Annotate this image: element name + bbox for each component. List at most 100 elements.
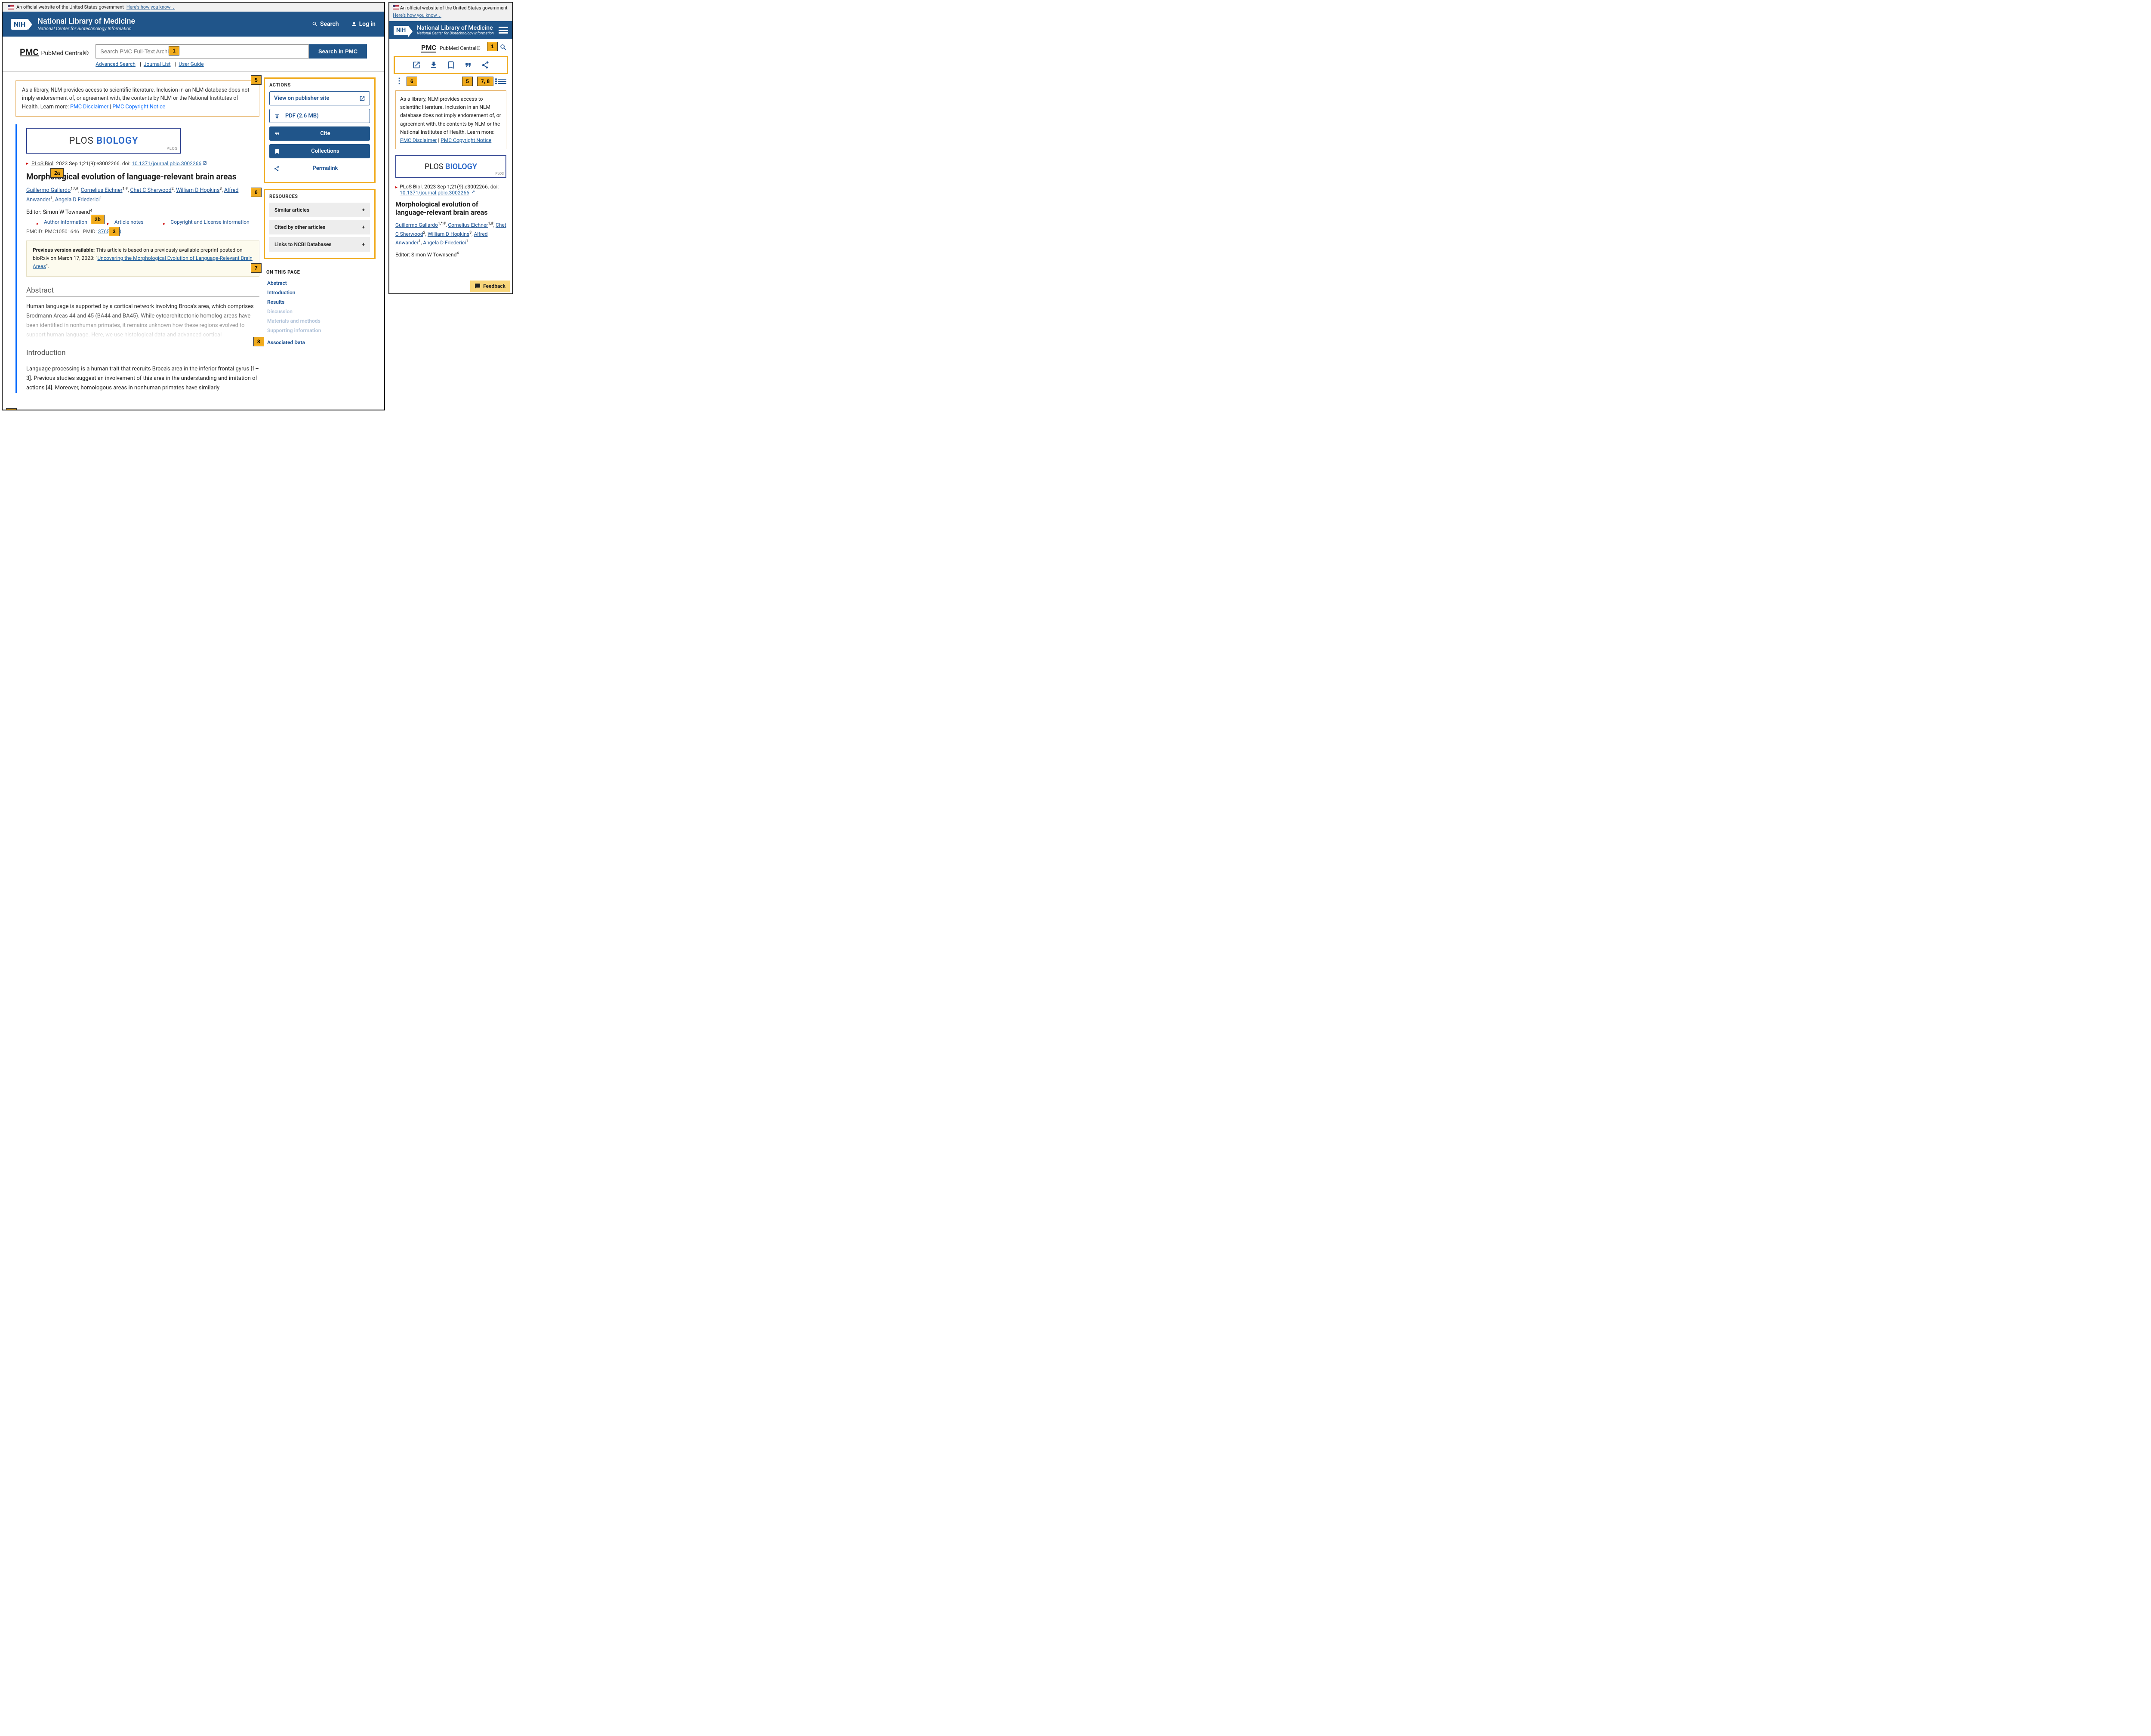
author-link[interactable]: Guillermo Gallardo bbox=[26, 187, 71, 194]
editor-row-mobile: Editor: Simon W Townsend4 bbox=[395, 251, 506, 258]
author-link[interactable]: Cornelius Eichner bbox=[81, 187, 123, 194]
bookmark-icon[interactable] bbox=[447, 61, 455, 69]
user-guide-link[interactable]: User Guide bbox=[179, 61, 203, 67]
usa-banner-mobile: An official website of the United States… bbox=[389, 3, 512, 21]
callout-5m: 5 bbox=[462, 77, 473, 86]
toc-icon[interactable] bbox=[498, 77, 506, 85]
on-this-page: 7 ON THIS PAGE Abstract Introduction Res… bbox=[264, 262, 376, 347]
otp-link[interactable]: Abstract bbox=[266, 278, 373, 288]
us-flag-icon bbox=[393, 5, 399, 9]
kebab-menu-icon[interactable]: ⋮ bbox=[395, 79, 403, 83]
author-list-mobile: Guillermo Gallardo1,*,#, Cornelius Eichn… bbox=[395, 221, 506, 247]
author-link[interactable]: Angela D Friederici bbox=[423, 240, 466, 246]
feedback-button[interactable]: Feedback bbox=[470, 281, 510, 292]
bookmark-icon bbox=[274, 148, 280, 154]
author-link[interactable]: Chet C Sherwood bbox=[130, 187, 172, 194]
otp-link[interactable]: Supporting information bbox=[266, 326, 373, 335]
share-icon bbox=[274, 166, 280, 172]
author-info-toggle[interactable]: ▸Author information bbox=[26, 219, 87, 225]
plos-small-logo-icon: PLOS bbox=[166, 147, 178, 151]
external-link-icon[interactable] bbox=[412, 61, 421, 69]
view-publisher-button[interactable]: View on publisher site bbox=[269, 91, 370, 105]
banner-link[interactable]: Here's how you know ⌄ bbox=[393, 12, 509, 19]
copyright-toggle[interactable]: ▸Copyright and License information bbox=[153, 219, 249, 225]
search-button[interactable]: Search in PMC bbox=[309, 44, 367, 59]
nlm-disclaimer-mobile: As a library, NLM provides access to sci… bbox=[395, 90, 506, 149]
callout-1m: 1 bbox=[487, 42, 498, 51]
quote-icon bbox=[274, 131, 280, 137]
nih-subtitle: National Center for Biotechnology Inform… bbox=[37, 26, 135, 31]
pdf-button[interactable]: PDF (2.6 MB) bbox=[269, 109, 370, 123]
banner-link[interactable]: Here's how you know ⌄ bbox=[126, 4, 175, 10]
nih-header: NIH National Library of Medicine Nationa… bbox=[3, 12, 384, 37]
callout-1: 1 bbox=[169, 46, 179, 56]
cited-by-toggle[interactable]: Cited by other articles+ bbox=[269, 220, 370, 234]
ncbi-links-toggle[interactable]: Links to NCBI Databases+ bbox=[269, 237, 370, 252]
intro-text: Language processing is a human trait tha… bbox=[26, 364, 259, 393]
search-icon[interactable] bbox=[499, 43, 507, 51]
callout-6: 6 bbox=[251, 188, 262, 197]
callout-6m: 6 bbox=[407, 77, 417, 86]
banner-text: An official website of the United States… bbox=[16, 4, 124, 10]
usa-banner: An official website of the United States… bbox=[3, 3, 384, 12]
pmc-copyright-link[interactable]: PMC Copyright Notice bbox=[441, 137, 491, 143]
search-strip: PMC PubMed Central® Search in PMC 1 Adva… bbox=[3, 37, 384, 72]
chevron-down-icon: ⌄ bbox=[172, 6, 175, 10]
nih-logo-icon[interactable]: NIH bbox=[11, 19, 28, 30]
advanced-search-link[interactable]: Advanced Search bbox=[96, 61, 136, 67]
caret-icon: ▸ bbox=[26, 161, 28, 166]
cite-button[interactable]: Cite bbox=[269, 126, 370, 141]
callout-2a: 2a bbox=[50, 168, 64, 178]
header-login-link[interactable]: Log in bbox=[351, 21, 376, 28]
pmcid-row: PMCID: PMC10501646 PMID: 37656748 3 bbox=[26, 228, 259, 234]
download-icon[interactable] bbox=[429, 61, 438, 69]
article-column: PLOS BIOLOGY PLOS ▸ PLoS Biol. 2023 Sep … bbox=[15, 124, 259, 393]
otp-link[interactable]: Materials and methods bbox=[266, 316, 373, 326]
us-flag-icon bbox=[8, 5, 14, 9]
similar-articles-toggle[interactable]: Similar articles+ bbox=[269, 203, 370, 217]
plus-icon: + bbox=[362, 207, 365, 213]
nih-header-mobile: NIH National Library of Medicine Nationa… bbox=[389, 21, 512, 39]
plus-icon: + bbox=[362, 224, 365, 230]
doi-link[interactable]: 10.1371/journal.pbio.3002266 bbox=[400, 190, 469, 196]
menu-button[interactable] bbox=[499, 27, 508, 34]
pmc-copyright-link[interactable]: PMC Copyright Notice bbox=[112, 104, 165, 110]
otp-link[interactable]: Introduction bbox=[266, 288, 373, 297]
header-search-link[interactable]: Search bbox=[312, 21, 339, 28]
journal-banner[interactable]: PLOS BIOLOGY PLOS bbox=[26, 128, 181, 154]
otp-link[interactable]: Discussion bbox=[266, 307, 373, 316]
author-link[interactable]: Guillermo Gallardo bbox=[395, 222, 438, 228]
abstract-text: Human language is supported by a cortica… bbox=[26, 302, 259, 340]
author-link[interactable]: Angela D Friederici bbox=[55, 197, 100, 203]
journal-banner-mobile[interactable]: PLOS BIOLOGY PLOS bbox=[395, 155, 506, 178]
quote-icon[interactable] bbox=[464, 61, 472, 69]
permalink-button[interactable]: Permalink bbox=[269, 162, 370, 175]
otp-link[interactable]: Results bbox=[266, 297, 373, 307]
chat-icon bbox=[475, 283, 481, 289]
desktop-view: An official website of the United States… bbox=[2, 2, 385, 410]
pmc-disclaimer-link[interactable]: PMC Disclaimer bbox=[70, 104, 108, 110]
share-icon[interactable] bbox=[481, 61, 490, 69]
callout-4: 4 bbox=[6, 408, 17, 410]
author-link[interactable]: William D Hopkins bbox=[176, 187, 219, 194]
pmc-logo[interactable]: PMC PubMed Central® bbox=[20, 44, 89, 57]
associated-data-link[interactable]: Associated Data bbox=[266, 338, 373, 347]
author-link[interactable]: Cornelius Eichner bbox=[448, 222, 488, 228]
nih-logo-icon[interactable]: NIH bbox=[394, 26, 408, 35]
actions-heading: ACTIONS bbox=[269, 82, 370, 88]
author-list: Guillermo Gallardo1,*,#, Cornelius Eichn… bbox=[26, 186, 259, 204]
external-link-icon bbox=[471, 190, 475, 194]
search-input[interactable] bbox=[96, 44, 309, 59]
external-link-icon bbox=[359, 96, 365, 102]
actions-box: ACTIONS View on publisher site PDF (2.6 … bbox=[264, 77, 376, 183]
search-icon bbox=[312, 21, 318, 27]
mobile-action-toolbar bbox=[394, 56, 508, 74]
article-title-mobile: Morphological evolution of language-rele… bbox=[395, 200, 506, 216]
journal-list-link[interactable]: Journal List bbox=[144, 61, 171, 67]
pmc-disclaimer-link[interactable]: PMC Disclaimer bbox=[400, 137, 437, 143]
collections-button[interactable]: Collections bbox=[269, 144, 370, 158]
resources-box: RESOURCES Similar articles+ Cited by oth… bbox=[264, 189, 376, 259]
doi-link[interactable]: 10.1371/journal.pbio.3002266 bbox=[132, 160, 201, 167]
mobile-view: An official website of the United States… bbox=[388, 2, 513, 294]
author-link[interactable]: William D Hopkins bbox=[428, 231, 469, 237]
